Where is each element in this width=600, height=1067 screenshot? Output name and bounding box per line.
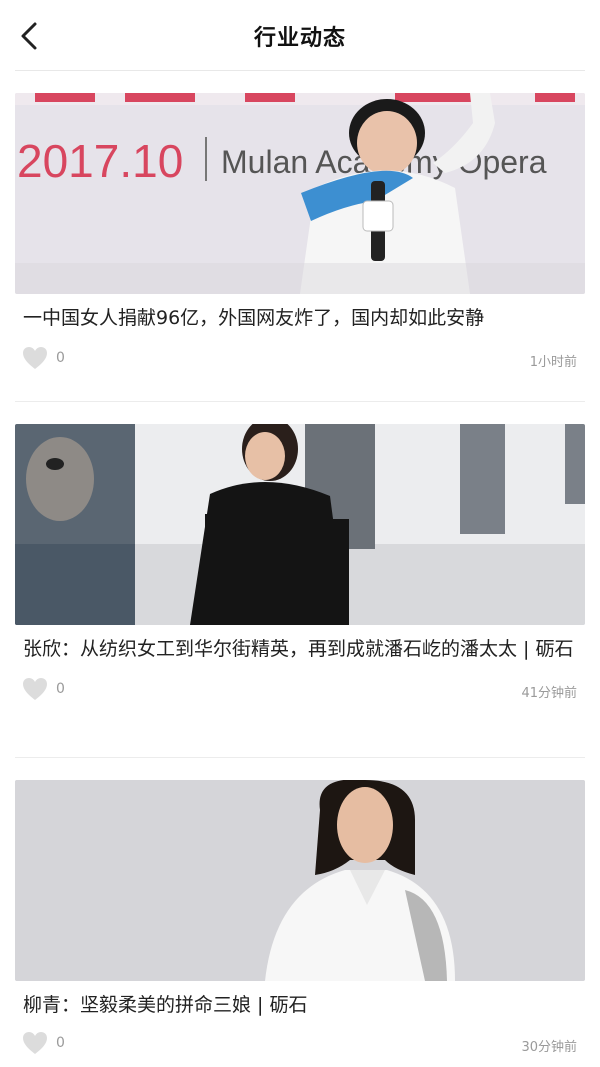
article-meta: 0 30分钟前: [15, 1022, 585, 1062]
article-meta: 0 41分钟前: [15, 666, 585, 706]
like-count: 0: [56, 350, 65, 366]
like-button[interactable]: 0: [22, 345, 65, 371]
like-count: 0: [56, 681, 65, 697]
list-divider: [15, 757, 585, 758]
article-title[interactable]: 一中国女人捐献96亿，外国网友炸了，国内却如此安静: [15, 294, 585, 335]
nav-header: 行业动态: [0, 0, 600, 72]
image-date-text: 2017.10: [17, 135, 183, 187]
article-image[interactable]: [15, 780, 585, 981]
page-title: 行业动态: [253, 26, 346, 51]
timestamp: 30分钟前: [521, 1040, 577, 1055]
header-divider: [15, 70, 585, 71]
list-divider: [15, 401, 585, 402]
timestamp: 1小时前: [529, 355, 577, 370]
like-button[interactable]: 0: [22, 1030, 65, 1056]
like-count: 0: [56, 1035, 65, 1051]
heart-icon: [23, 678, 47, 700]
heart-icon: [23, 347, 47, 369]
article-card[interactable]: 柳青：坚毅柔美的拼命三娘 | 砺石 0 30分钟前: [15, 780, 585, 1062]
article-image[interactable]: [15, 424, 585, 625]
article-title[interactable]: 张欣：从纺织女工到华尔街精英，再到成就潘石屹的潘太太 | 砺石: [15, 625, 585, 666]
article-card[interactable]: 张欣：从纺织女工到华尔街精英，再到成就潘石屹的潘太太 | 砺石 0 41分钟前: [15, 424, 585, 706]
article-title[interactable]: 柳青：坚毅柔美的拼命三娘 | 砺石: [15, 981, 585, 1022]
article-card[interactable]: 2017.10 Mulan Academy Opera 一中国女人捐献96亿，外…: [15, 93, 585, 375]
heart-icon: [23, 1032, 47, 1054]
article-image[interactable]: 2017.10 Mulan Academy Opera: [15, 93, 585, 294]
like-button[interactable]: 0: [22, 676, 65, 702]
timestamp: 41分钟前: [521, 686, 577, 701]
article-meta: 0 1小时前: [15, 335, 585, 375]
